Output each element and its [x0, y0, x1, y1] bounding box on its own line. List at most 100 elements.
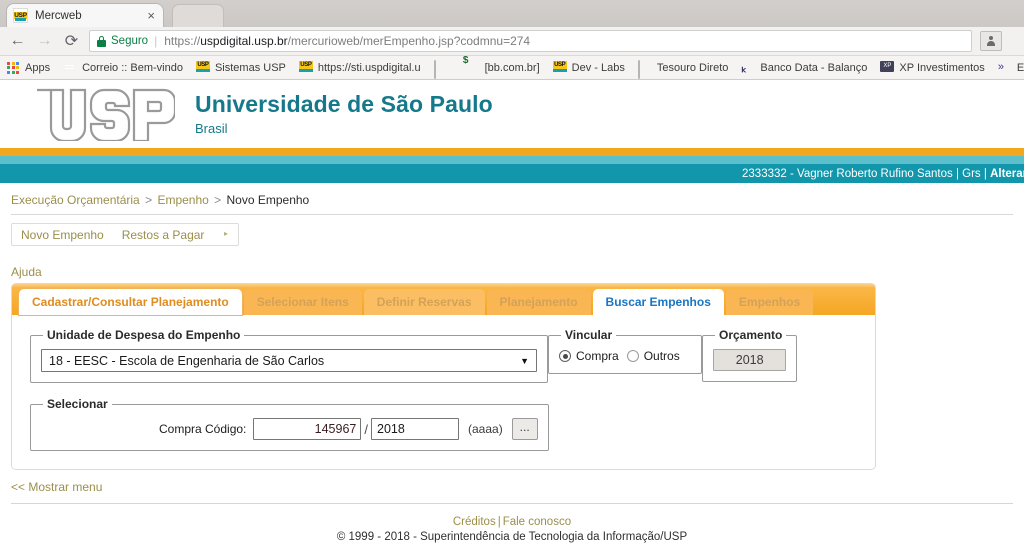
url-path: /mercurioweb/merEmpenho.jsp?codmnu=274 — [287, 34, 531, 48]
vincular-radio-group: Compra Outros — [559, 349, 691, 363]
secure-label: Seguro — [111, 35, 149, 47]
browser-tab-mercweb[interactable]: USP Mercweb × — [6, 3, 164, 27]
menu-item-restos-a-pagar[interactable]: Restos a Pagar — [122, 228, 205, 242]
bb-icon — [466, 61, 480, 75]
bookmark-sti-uspdigital[interactable]: USP https://sti.uspdigital.u — [298, 60, 421, 75]
browse-button[interactable]: ... — [511, 418, 538, 440]
mostrar-menu-link[interactable]: << Mostrar menu — [0, 470, 1024, 494]
bookmark-label: Tesouro Direto — [656, 61, 729, 74]
new-tab-button[interactable] — [172, 4, 224, 27]
xp-icon: XP — [880, 60, 895, 75]
radio-compra[interactable]: Compra — [559, 349, 619, 363]
tab-planejamento[interactable]: Planejamento — [486, 289, 591, 315]
url-scheme: https:// — [164, 34, 201, 48]
bookmark-bb[interactable]: [bb.com.br] — [466, 61, 540, 75]
menu-row: Novo Empenho Restos a Pagar ‣ — [0, 215, 1024, 246]
page-content: Universidade de São Paulo Brasil 2333332… — [0, 80, 1024, 543]
site-header: Universidade de São Paulo Brasil — [0, 80, 1024, 148]
bookmark-apps[interactable]: Apps — [7, 61, 50, 74]
breadcrumb-item-execucao[interactable]: Execução Orçamentária — [11, 193, 140, 207]
blue-mail-icon — [63, 61, 77, 75]
bookmarks-bar: Apps Correio :: Bem-vindo USP Sistemas U… — [0, 56, 1024, 80]
chevron-down-icon: ▼ — [520, 355, 529, 366]
compra-codigo-input[interactable] — [253, 418, 362, 440]
tab-cadastrar-consultar-planejamento[interactable]: Cadastrar/Consultar Planejamento — [19, 289, 242, 315]
unidade-despesa-value: 18 - EESC - Escola de Engenharia de São … — [49, 353, 325, 368]
breadcrumb-item-empenho[interactable]: Empenho — [157, 193, 208, 207]
unidade-despesa-select[interactable]: 18 - EESC - Escola de Engenharia de São … — [41, 349, 537, 372]
browser-tabstrip: USP Mercweb × — [0, 0, 1024, 27]
bookmark-label: Dev - Labs — [571, 61, 625, 74]
usp-icon: USP — [298, 60, 313, 75]
breadcrumb-separator: > — [145, 193, 153, 207]
radio-outros[interactable]: Outros — [626, 349, 680, 363]
usp-icon: USP — [552, 60, 567, 75]
ajuda-link[interactable]: Ajuda — [0, 246, 1024, 283]
footer-link-separator: | — [497, 516, 501, 528]
form-panel: Cadastrar/Consultar Planejamento Selecio… — [11, 283, 876, 470]
bookmark-xp-investimentos[interactable]: XP XP Investimentos — [880, 60, 985, 75]
orcamento-value: 2018 — [713, 349, 787, 371]
tab-selecionar-itens[interactable]: Selecionar Itens — [243, 289, 362, 315]
tesouro-icon: ₖ — [741, 60, 747, 75]
form-row-1: Unidade de Despesa do Empenho 18 - EESC … — [12, 328, 875, 383]
footer-copyright: © 1999 - 2018 - Superintendência de Tecn… — [336, 531, 688, 543]
bookmark-page-1[interactable] — [433, 59, 453, 79]
page-footer: Créditos | Fale conosco © 1999 - 2018 - Su… — [0, 504, 1024, 543]
radio-outros-indicator — [626, 350, 639, 362]
user-info-name: 2333332 - Vagner Roberto Rufino Santos |… — [742, 167, 991, 180]
fieldset-selecionar-legend: Selecionar — [47, 397, 108, 411]
bookmark-label: Banco Data - Balanço — [760, 61, 868, 74]
fale-conosco-link[interactable]: Fale conosco — [503, 516, 571, 528]
profile-button[interactable] — [980, 31, 1002, 51]
chevron-double-right-icon: » — [997, 60, 1004, 73]
back-icon[interactable]: ← — [4, 28, 31, 55]
user-info-text: 2333332 - Vagner Roberto Rufino Santos |… — [742, 168, 1024, 180]
bookmark-tesouro-direto[interactable]: Tesouro Direto — [637, 59, 729, 79]
creditos-link[interactable]: Créditos — [453, 516, 496, 528]
usp-icon: USP — [195, 60, 210, 75]
slash-separator: / — [364, 421, 368, 437]
bookmark-label: [bb.com.br] — [484, 61, 540, 74]
fieldset-selecionar: Selecionar Compra Código: / (aaaa) ... — [30, 397, 549, 451]
fieldset-unidade-legend: Unidade de Despesa do Empenho — [47, 328, 241, 342]
usp-logo — [37, 88, 175, 141]
tab-buscar-empenhos[interactable]: Buscar Empenhos — [592, 289, 724, 315]
breadcrumb-current: Novo Empenho — [226, 193, 310, 207]
usp-favicon-icon: USP — [13, 8, 28, 23]
browser-chrome: USP Mercweb × ← → ⟳ Seguro | https://usp… — [0, 0, 1024, 80]
forward-icon[interactable]: → — [31, 28, 58, 55]
bookmark-label: Easynvest | Fic — [1016, 61, 1024, 74]
page-icon — [433, 59, 448, 79]
address-bar[interactable]: Seguro | https://uspdigital.usp.br/mercu… — [89, 30, 972, 52]
bookmark-label: Correio :: Bem-vindo — [82, 61, 183, 74]
bookmark-label: https://sti.uspdigital.u — [317, 61, 421, 74]
menu-item-novo-empenho[interactable]: Novo Empenho — [21, 228, 104, 242]
tab-definir-reservas[interactable]: Definir Reservas — [363, 289, 485, 315]
bookmark-sistemas-usp[interactable]: USP Sistemas USP — [195, 60, 286, 75]
bookmark-dev-labs[interactable]: USP Dev - Labs — [552, 60, 625, 75]
alterar-link[interactable]: Alterar S — [990, 168, 1024, 180]
breadcrumb: Execução Orçamentária > Empenho > Novo E… — [0, 183, 1024, 214]
radio-compra-label: Compra — [576, 349, 619, 363]
compra-ano-input[interactable] — [371, 418, 459, 440]
orange-stripe — [0, 148, 1024, 156]
bookmark-banco-data[interactable]: ₖ Banco Data - Balanço — [741, 61, 867, 75]
bookmark-label: XP Investimentos — [899, 61, 985, 74]
radio-outros-label: Outros — [643, 349, 680, 363]
bookmark-correio[interactable]: Correio :: Bem-vindo — [63, 61, 183, 75]
chevron-right-icon[interactable]: ‣ — [222, 228, 229, 241]
panel-tabbar: Cadastrar/Consultar Planejamento Selecio… — [12, 284, 875, 315]
compra-codigo-label: Compra Código: — [159, 422, 247, 436]
bookmark-easynvest[interactable]: » Easynvest | Fic — [998, 61, 1024, 75]
selecionar-line: Compra Código: / (aaaa) ... — [41, 418, 538, 440]
tab-empenhos[interactable]: Empenhos — [725, 289, 814, 315]
reload-icon[interactable]: ⟳ — [58, 28, 85, 55]
fieldset-vincular: Vincular Compra Outros — [548, 328, 702, 374]
omnibox-separator: | — [154, 34, 158, 48]
browser-toolbar: ← → ⟳ Seguro | https://uspdigital.usp.br… — [0, 27, 1024, 56]
close-icon[interactable]: × — [145, 9, 157, 22]
radio-compra-indicator — [559, 350, 571, 362]
user-info-bar: 2333332 - Vagner Roberto Rufino Santos |… — [0, 164, 1024, 183]
ano-hint: (aaaa) — [468, 422, 503, 436]
